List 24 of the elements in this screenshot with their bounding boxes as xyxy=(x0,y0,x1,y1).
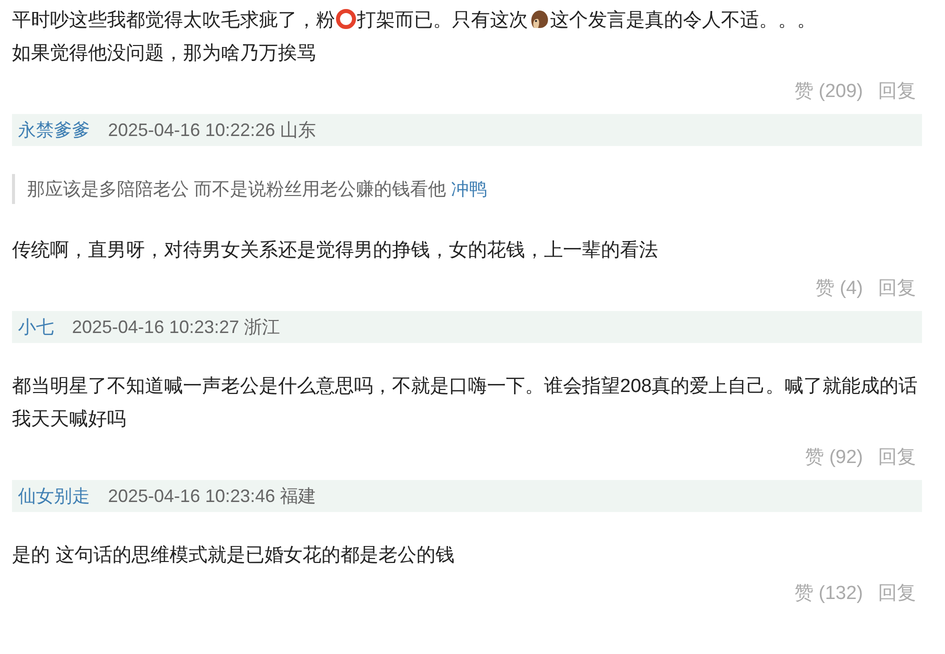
comment-text: 传统啊，直男呀，对待男女关系还是觉得男的挣钱，女的花钱，上一辈的看法 xyxy=(12,240,658,261)
like-link[interactable]: 赞 (92) xyxy=(804,444,863,478)
timestamp: 2025-04-16 10:23:46 福建 xyxy=(108,484,316,508)
timestamp: 2025-04-16 10:22:26 山东 xyxy=(108,118,316,142)
username-link[interactable]: 永禁爹爹 xyxy=(18,116,90,144)
comment-text: 这个发言是真的令人不适。。。 xyxy=(550,10,816,31)
reply-link[interactable]: 回复 xyxy=(878,580,916,614)
like-link[interactable]: 赞 (209) xyxy=(794,78,863,112)
username-link[interactable]: 仙女别走 xyxy=(18,482,90,510)
comment-text: 平时吵这些我都觉得太吹毛求疵了，粉 xyxy=(12,10,335,31)
like-link[interactable]: 赞 (132) xyxy=(794,580,863,614)
timestamp: 2025-04-16 10:23:27 浙江 xyxy=(72,316,280,338)
username-link[interactable]: 小七 xyxy=(18,314,54,340)
quoted-comment: 那应该是多陪陪老公 而不是说粉丝用老公赚的钱看他 冲鸭 xyxy=(12,174,922,204)
comment-text: 打架而已。只有这次 xyxy=(357,10,528,31)
comment-text: 是的 这句话的思维模式就是已婚女花的都是老公的钱 xyxy=(12,545,454,566)
comment-text: 如果觉得他没问题，那为啥乃万挨骂 xyxy=(12,43,316,64)
reply-link[interactable]: 回复 xyxy=(878,444,916,478)
comment-text: 都当明星了不知道喊一声老公是什么意思吗，不就是口嗨一下。谁会指望208真的爱上自己。喊了就能成的话我天天喊好吗 xyxy=(12,376,918,430)
ring-icon xyxy=(335,8,357,30)
like-link[interactable]: 赞 (4) xyxy=(816,275,863,309)
quote-author-link[interactable]: 冲鸭 xyxy=(451,179,488,199)
reply-link[interactable]: 回复 xyxy=(878,275,916,309)
reply-link[interactable]: 回复 xyxy=(878,78,916,112)
